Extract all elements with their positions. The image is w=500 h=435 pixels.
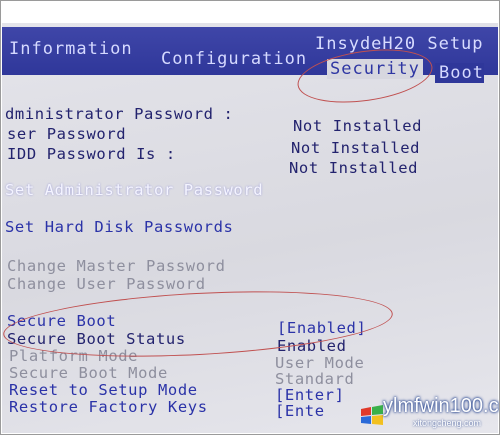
change-master-password-item: Change Master Password [7,257,226,275]
platform-mode-label: Platform Mode [9,347,139,365]
change-user-password-item: Change User Password [7,275,206,293]
hdd-password-value: Not Installed [289,159,419,177]
restore-factory-keys-value[interactable]: [Ente [275,402,325,420]
secure-boot-value[interactable]: [Enabled] [277,319,366,337]
photo-frame: InsydeH20 Setup Information Configuratio… [0,0,500,435]
tab-information[interactable]: Information [9,39,133,59]
bios-brand: InsydeH20 Setup [315,34,484,54]
user-password-value: Not Installed [291,139,421,157]
secure-boot-status-label: Secure Boot Status [7,330,186,348]
hdd-password-label: IDD Password Is : [7,145,176,163]
user-password-label: ser Password [7,125,127,143]
admin-password-label: dministrator Password : [5,105,234,123]
watermark-site-text: ylmfwin100.com [383,395,499,417]
secure-boot-mode-label: Secure Boot Mode [9,364,168,382]
set-hdd-passwords-item[interactable]: Set Hard Disk Passwords [5,218,233,236]
restore-factory-keys-label[interactable]: Restore Factory Keys [9,398,208,416]
set-admin-password-item[interactable]: Set Administrator Password [5,181,263,199]
admin-password-value: Not Installed [293,117,423,135]
tab-boot[interactable]: Boot [435,63,484,83]
tab-configuration[interactable]: Configuration [161,49,307,69]
secure-boot-label[interactable]: Secure Boot [7,312,116,330]
secure-boot-status-value: Enabled [277,337,347,355]
watermark-sub-text: xitongcheng.com [413,418,482,428]
tab-security[interactable]: Security [327,59,423,79]
reset-setup-mode-label[interactable]: Reset to Setup Mode [9,381,198,399]
